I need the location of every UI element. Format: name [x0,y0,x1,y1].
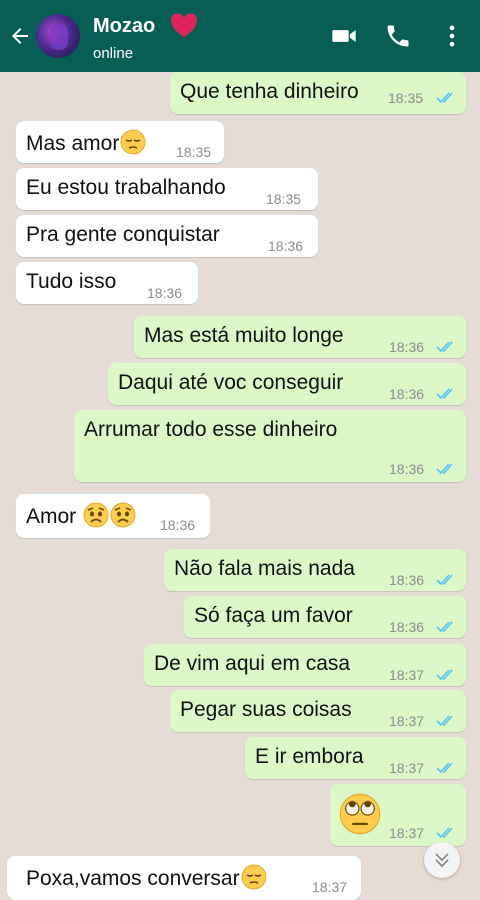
contact-status: online [93,45,134,62]
message-incoming[interactable]: Pra gente conquistar 18:36 [16,215,318,257]
message-time: 18:37 [389,825,425,841]
message-incoming[interactable]: Eu estou trabalhando 18:35 [16,168,318,210]
message-text: Só faça um favor [194,604,353,627]
message-time: 18:35 [266,191,302,207]
message-text: Mas está muito longe [144,324,344,347]
message-incoming[interactable]: Tudo isso 18:36 [16,262,198,304]
message-text: Arrumar todo esse dinheiro [84,418,338,441]
message-list[interactable]: Que tenha dinheiro 18:35 Mas amor 18:35 … [0,72,480,900]
more-options-icon[interactable] [438,22,466,50]
read-ticks-icon [436,388,453,400]
worried-face-icon [83,502,109,528]
message-text: Não fala mais nada [174,557,355,580]
read-ticks-icon [436,827,453,839]
message-time: 18:36 [389,339,425,355]
back-arrow-icon[interactable] [8,24,32,48]
message-incoming[interactable]: Poxa,vamos conversar 18:37 [7,856,361,900]
message-text: Tudo isso [26,270,117,293]
message-outgoing[interactable]: Que tenha dinheiro 18:35 [170,72,466,114]
pensive-face-icon [120,129,147,155]
message-outgoing[interactable]: E ir embora 18:37 [245,737,466,779]
read-ticks-icon [436,669,453,681]
message-outgoing[interactable]: Mas está muito longe 18:36 [134,316,466,358]
avatar[interactable] [36,14,80,58]
message-time: 18:36 [147,285,183,301]
message-text: De vim aqui em casa [154,652,351,675]
message-outgoing[interactable]: 18:37 [330,784,466,846]
contact-name[interactable]: Mozao [93,15,155,38]
message-outgoing[interactable]: Só faça um favor 18:36 [184,596,466,638]
message-time: 18:36 [268,238,304,254]
message-time: 18:35 [388,90,424,106]
message-time: 18:35 [176,144,212,160]
scroll-to-bottom-button[interactable] [424,842,460,878]
video-call-icon[interactable] [330,22,358,50]
read-ticks-icon [436,621,453,633]
message-text: E ir embora [255,745,364,768]
read-ticks-icon [436,92,453,104]
pensive-face-icon [240,864,267,890]
worried-face-icon [110,502,136,528]
read-ticks-icon [436,463,453,475]
message-time: 18:36 [389,572,425,588]
message-outgoing[interactable]: Não fala mais nada 18:36 [164,549,466,591]
message-text: Eu estou trabalhando [26,176,226,199]
message-outgoing[interactable]: De vim aqui em casa 18:37 [144,644,466,686]
read-ticks-icon [436,715,453,727]
chat-header: Mozao online [0,0,480,72]
phone-icon[interactable] [384,22,412,50]
message-time: 18:36 [389,619,425,635]
message-time: 18:37 [389,667,425,683]
message-outgoing[interactable]: Pegar suas coisas 18:37 [170,690,466,732]
message-outgoing[interactable]: Daqui até voc conseguir 18:36 [108,363,466,405]
message-text: Pegar suas coisas [180,698,352,721]
eye-roll-face-icon [339,793,381,835]
message-text: Que tenha dinheiro [180,80,359,103]
read-ticks-icon [436,574,453,586]
message-text: Pra gente conquistar [26,223,220,246]
message-outgoing[interactable]: Arrumar todo esse dinheiro 18:36 [74,410,466,482]
read-ticks-icon [436,341,453,353]
message-text: Mas amor [26,132,120,155]
message-time: 18:36 [389,461,425,477]
read-ticks-icon [436,762,453,774]
double-chevron-down-icon [435,853,449,868]
message-incoming[interactable]: Mas amor 18:35 [16,121,224,163]
message-incoming[interactable]: Amor 18:36 [16,494,210,538]
message-time: 18:36 [389,386,425,402]
message-time: 18:37 [389,713,425,729]
message-text: Poxa,vamos conversar [26,867,240,890]
heart-icon [171,13,197,38]
message-time: 18:37 [312,879,348,895]
message-time: 18:36 [160,517,196,533]
message-time: 18:37 [389,760,425,776]
message-text: Daqui até voc conseguir [118,371,344,394]
message-text: Amor [26,505,77,528]
